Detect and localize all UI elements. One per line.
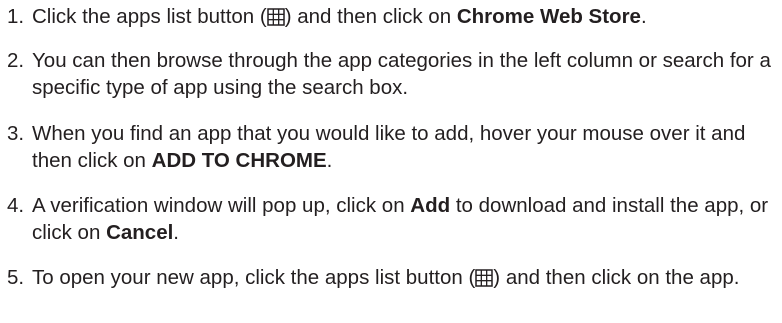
apps-grid-icon	[475, 269, 494, 287]
step-number: 2.	[7, 49, 25, 72]
step-text-run: Click the apps list button (	[32, 5, 267, 28]
step-text-run: .	[640, 5, 647, 28]
list-item: 4. A verification window will pop up, cl…	[7, 192, 779, 246]
step-number: 1.	[7, 5, 25, 28]
ui-term: Cancel	[106, 221, 174, 244]
step-text: Click the apps list button ( ) and then c…	[32, 3, 779, 30]
step-text-run: .	[173, 221, 179, 244]
step-text-run: You can then browse through the app cate…	[32, 49, 771, 99]
list-item: 5. To open your new app, click the apps …	[7, 264, 779, 291]
step-text-run: ) and then click on the app.	[493, 266, 740, 289]
step-text-run: When you find an app that you would like…	[32, 122, 746, 172]
apps-grid-icon	[266, 8, 285, 26]
ui-term: Add	[410, 194, 451, 217]
step-text-run: .	[326, 149, 333, 172]
step-number: 4.	[7, 194, 25, 217]
step-number: 3.	[7, 122, 25, 145]
list-item: 2. You can then browse through the app c…	[7, 47, 779, 101]
instructions-document: 1. Click the apps list button ( ) and the…	[0, 0, 782, 323]
step-text-run: ) and then click on	[284, 5, 457, 28]
step-text-run: A verification window will pop up, click…	[32, 194, 411, 217]
step-text: A verification window will pop up, click…	[32, 192, 779, 246]
ui-term: Chrome Web Store	[456, 5, 641, 28]
step-text: When you find an app that you would like…	[32, 120, 779, 174]
step-text: You can then browse through the app cate…	[32, 47, 779, 101]
list-item: 3. When you find an app that you would l…	[7, 120, 779, 174]
step-text: To open your new app, click the apps lis…	[32, 264, 779, 291]
step-number: 5.	[7, 266, 25, 289]
ui-term: ADD TO CHROME	[151, 149, 327, 172]
step-text-run: To open your new app, click the apps lis…	[32, 266, 476, 289]
list-item: 1. Click the apps list button ( ) and the…	[7, 3, 779, 30]
